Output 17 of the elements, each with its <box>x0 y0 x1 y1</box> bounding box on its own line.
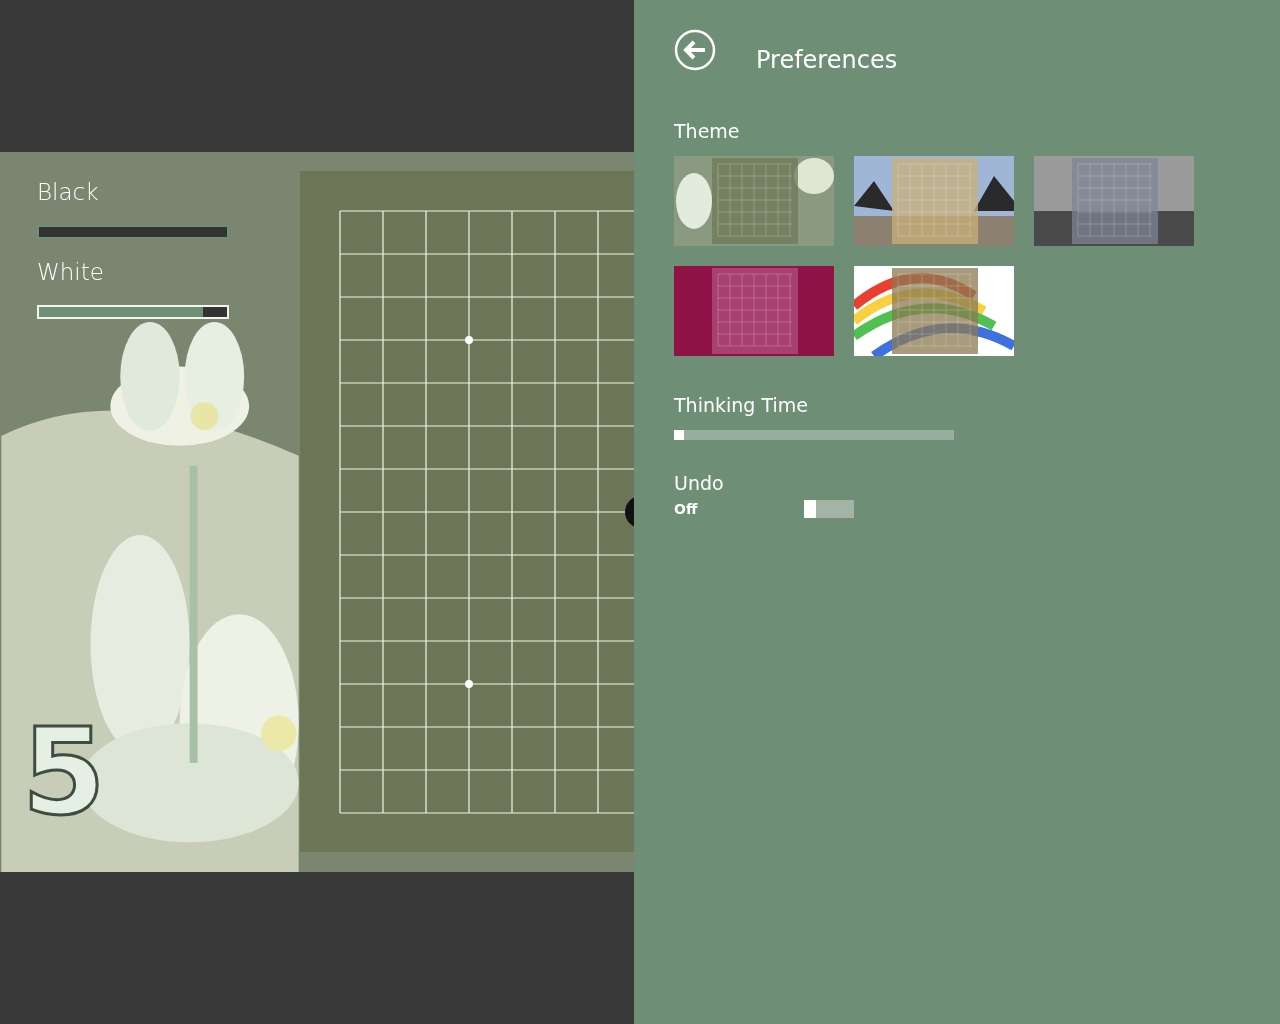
player-name: White <box>37 258 105 287</box>
logo-numeral: 5 <box>22 712 106 832</box>
go-board[interactable] <box>300 171 634 852</box>
undo-state-text: Off <box>674 501 699 517</box>
thinking-time-slider[interactable] <box>674 430 954 440</box>
thinking-time-label: Thinking Time <box>674 394 808 416</box>
theme-label: Theme <box>674 120 740 142</box>
undo-label: Undo <box>674 472 724 494</box>
player-name: Black <box>37 178 100 207</box>
theme-thumbnail[interactable] <box>854 266 1014 356</box>
theme-thumbnail[interactable] <box>854 156 1014 246</box>
theme-thumbnail[interactable] <box>1034 156 1194 246</box>
theme-thumbnail[interactable] <box>674 266 834 356</box>
undo-toggle[interactable] <box>804 500 854 518</box>
back-icon[interactable] <box>674 29 716 71</box>
theme-thumbnail[interactable] <box>674 156 834 246</box>
pane-title: Preferences <box>756 46 898 74</box>
